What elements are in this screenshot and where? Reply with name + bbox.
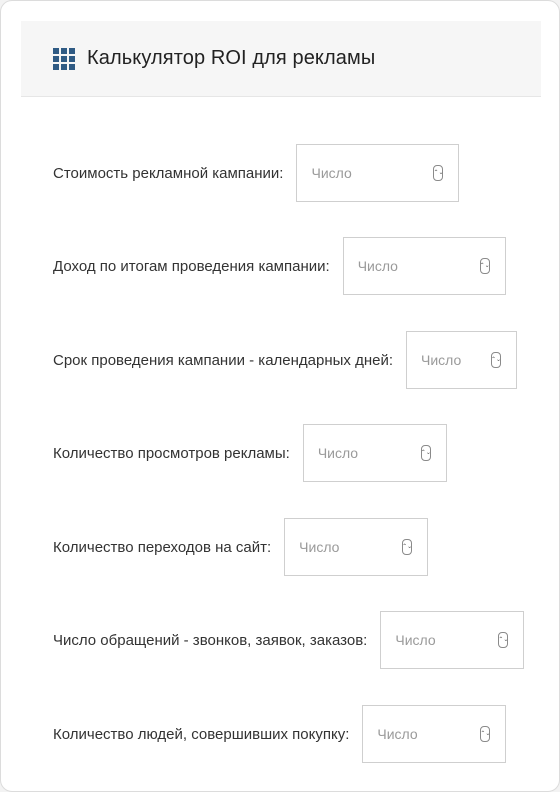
grid-icon: [53, 47, 75, 70]
site-visits-placeholder: Число: [299, 539, 340, 555]
spinner-icon[interactable]: ⌃⌄: [498, 632, 508, 648]
campaign-revenue-input[interactable]: Число ⌃⌄: [342, 237, 506, 295]
field-row-campaign-duration: Срок проведения кампании - календарных д…: [53, 331, 518, 389]
spinner-icon[interactable]: ⌃⌄: [421, 445, 431, 461]
ad-views-placeholder: Число: [317, 445, 359, 461]
calculator-header: Калькулятор ROI для рекламы: [21, 21, 541, 97]
campaign-revenue-label: Доход по итогам проведения кампании:: [53, 257, 330, 275]
site-visits-input[interactable]: Число ⌃⌄: [284, 518, 429, 576]
field-row-inquiries: Число обращений - звонков, заявок, заказ…: [53, 611, 525, 669]
campaign-cost-placeholder: Число: [311, 165, 352, 181]
field-row-ad-views: Количество просмотров рекламы: Число ⌃⌄: [53, 424, 447, 482]
spinner-icon[interactable]: ⌃⌄: [402, 539, 412, 555]
spinner-icon[interactable]: ⌃⌄: [480, 726, 490, 742]
inquiries-placeholder: Число: [395, 632, 436, 648]
inquiries-label: Число обращений - звонков, заявок, заказ…: [53, 631, 368, 649]
roi-calculator-card: Калькулятор ROI для рекламы Стоимость ре…: [0, 0, 560, 792]
field-row-campaign-revenue: Доход по итогам проведения кампании: Чис…: [53, 237, 506, 295]
buyers-placeholder: Число: [377, 726, 418, 742]
buyers-input[interactable]: Число ⌃⌄: [362, 705, 507, 763]
spinner-icon[interactable]: ⌃⌄: [480, 258, 490, 274]
spinner-icon[interactable]: ⌃⌄: [491, 352, 501, 368]
campaign-cost-label: Стоимость рекламной кампании:: [53, 164, 284, 182]
buyers-label: Количество людей, совершивших покупку:: [53, 725, 350, 743]
field-row-site-visits: Количество переходов на сайт: Число ⌃⌄: [53, 518, 429, 576]
field-row-buyers: Количество людей, совершивших покупку: Ч…: [53, 705, 507, 763]
campaign-duration-placeholder: Число: [421, 352, 462, 368]
ad-views-label: Количество просмотров рекламы:: [53, 444, 290, 462]
spinner-icon[interactable]: ⌃⌄: [433, 165, 444, 181]
page-title: Калькулятор ROI для рекламы: [87, 47, 376, 69]
campaign-duration-label: Срок проведения кампании - календарных д…: [53, 351, 394, 369]
campaign-duration-input[interactable]: Число ⌃⌄: [406, 331, 518, 389]
campaign-revenue-placeholder: Число: [357, 258, 398, 274]
ad-views-input[interactable]: Число ⌃⌄: [302, 424, 447, 482]
inquiries-input[interactable]: Число ⌃⌄: [380, 611, 525, 669]
site-visits-label: Количество переходов на сайт:: [53, 538, 272, 556]
field-row-campaign-cost: Стоимость рекламной кампании: Число ⌃⌄: [53, 144, 460, 202]
campaign-cost-input[interactable]: Число ⌃⌄: [296, 144, 460, 202]
